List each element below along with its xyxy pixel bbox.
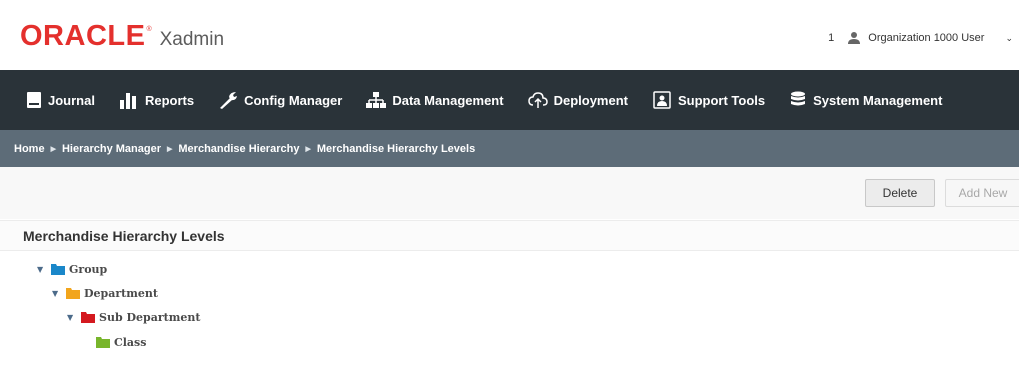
expand-toggle-icon[interactable]: ▼ <box>52 288 60 298</box>
journal-icon <box>27 92 41 108</box>
chevron-down-icon[interactable]: ⌄ <box>1005 33 1013 44</box>
tree-node-department[interactable]: ▼ Department <box>52 284 158 302</box>
oracle-logo: ORACLE ® Xadmin <box>20 20 224 53</box>
expand-toggle-icon[interactable]: ▼ <box>37 264 45 274</box>
user-count: 1 <box>828 32 835 44</box>
nav-journal[interactable]: Journal <box>26 91 95 109</box>
nav-config-manager[interactable]: Config Manager <box>218 91 342 109</box>
nav-journal-label: Journal <box>48 92 95 108</box>
nav-reports[interactable]: Reports <box>119 91 194 109</box>
breadcrumb-separator-icon: ▶ <box>50 145 56 153</box>
nav-data-management[interactable]: Data Management <box>366 91 504 109</box>
bar-chart-icon <box>119 93 136 109</box>
folder-icon <box>81 312 95 323</box>
app-name: Xadmin <box>159 29 225 50</box>
cloud-upload-icon <box>527 92 548 108</box>
nav-system-management[interactable]: System Management <box>789 91 942 109</box>
folder-icon <box>51 264 65 275</box>
breadcrumb-hierarchy-manager[interactable]: Hierarchy Manager <box>62 143 161 155</box>
main-navbar: Journal Reports Config Manager Data Mana… <box>0 70 1019 130</box>
breadcrumb-separator-icon: ▶ <box>167 145 173 153</box>
tree-node-label: Department <box>84 286 158 300</box>
tree-node-sub-department[interactable]: ▼ Sub Department <box>67 308 200 326</box>
nav-reports-label: Reports <box>144 92 195 108</box>
expand-toggle-icon[interactable]: ▼ <box>67 312 75 322</box>
tree-node-label: Sub Department <box>99 310 201 324</box>
folder-icon <box>96 337 110 348</box>
panel-title: Merchandise Hierarchy Levels <box>0 220 1019 251</box>
tree-node-class[interactable]: Class <box>96 333 146 351</box>
delete-button[interactable]: Delete <box>865 179 935 207</box>
breadcrumb: Home ▶ Hierarchy Manager ▶ Merchandise H… <box>0 130 1019 167</box>
breadcrumb-separator-icon: ▶ <box>305 145 311 153</box>
app-header: ORACLE ® Xadmin 1 Organization 1000 User… <box>0 0 1019 70</box>
nav-system-management-label: System Management <box>813 92 943 108</box>
nav-config-manager-label: Config Manager <box>244 92 343 108</box>
nav-data-management-label: Data Management <box>392 92 504 108</box>
user-menu[interactable]: 1 Organization 1000 User ⌄ <box>828 31 1013 45</box>
nav-deployment-label: Deployment <box>553 92 628 108</box>
breadcrumb-home[interactable]: Home <box>14 143 45 155</box>
breadcrumb-merchandise-hierarchy[interactable]: Merchandise Hierarchy <box>178 143 299 155</box>
action-toolbar: Delete Add New <box>0 167 1019 219</box>
nav-support-tools[interactable]: Support Tools <box>652 91 765 109</box>
hierarchy-icon <box>366 92 387 108</box>
tree-node-group[interactable]: ▼ Group <box>37 260 107 278</box>
wrench-icon <box>220 92 238 109</box>
user-icon <box>848 32 861 44</box>
breadcrumb-current-page: Merchandise Hierarchy Levels <box>316 142 476 155</box>
support-icon <box>653 91 671 109</box>
tree-node-label: Group <box>69 262 108 276</box>
folder-icon <box>66 288 80 299</box>
add-new-button[interactable]: Add New <box>945 179 1019 207</box>
trademark-symbol: ® <box>146 26 152 33</box>
nav-deployment[interactable]: Deployment <box>527 91 628 109</box>
nav-support-tools-label: Support Tools <box>677 92 766 108</box>
tree-node-label: Class <box>114 335 147 349</box>
database-icon <box>791 91 806 106</box>
user-name: Organization 1000 User <box>868 32 985 44</box>
brand-name: ORACLE <box>20 20 146 52</box>
